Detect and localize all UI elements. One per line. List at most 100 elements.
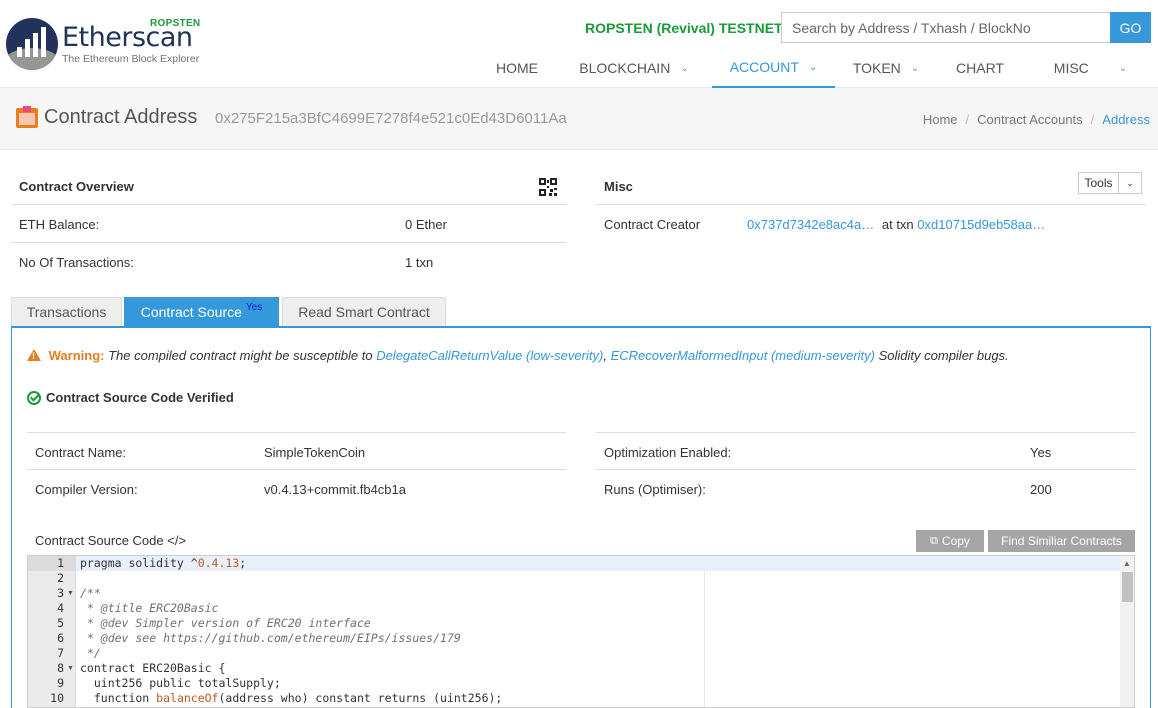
contract-name-value: SimpleTokenCoin xyxy=(264,445,366,460)
fold-arrow-icon[interactable]: ▼ xyxy=(67,586,74,601)
nav-misc[interactable]: MISC ⌄ xyxy=(1023,48,1158,88)
tab-transactions[interactable]: Transactions xyxy=(11,297,122,326)
tab-read-smart-contract[interactable]: Read Smart Contract xyxy=(282,297,446,326)
optimization-row: Optimization Enabled: Yes xyxy=(596,432,1135,470)
contract-creator-label: Contract Creator xyxy=(604,217,701,232)
nav-token[interactable]: TOKEN ⌄ xyxy=(835,48,937,88)
page-title-bar: Contract Address 0x275F215a3BfC4699E7278… xyxy=(0,88,1158,150)
search-go-button[interactable]: GO xyxy=(1110,12,1151,43)
warning-label: Warning: xyxy=(48,348,105,363)
tx-count-row: No Of Transactions: 1 txn xyxy=(11,243,566,281)
tools-dropdown-button[interactable]: Tools ⌄ xyxy=(1078,172,1142,194)
breadcrumb-address: Address xyxy=(1102,112,1150,127)
line-number: 4 xyxy=(57,601,64,615)
overview-title: Contract Overview xyxy=(19,179,134,194)
creator-address-link[interactable]: 0x737d7342e8ac4a… xyxy=(747,217,874,232)
breadcrumb: Home / Contract Accounts / Address xyxy=(922,112,1150,127)
optimization-value: Yes xyxy=(1030,445,1052,460)
tab-contract-source[interactable]: Contract Source Yes xyxy=(124,297,279,326)
scroll-thumb[interactable] xyxy=(1122,572,1133,602)
code-line: * @dev see https://github.com/ethereum/E… xyxy=(80,631,461,645)
runs-row: Runs (Optimiser): 200 xyxy=(596,470,1135,508)
copy-button[interactable]: ⧉ Copy xyxy=(916,530,984,552)
compiler-warning: ! Warning: The compiled contract might b… xyxy=(27,348,1009,363)
tab-read-contract-label: Read Smart Contract xyxy=(298,304,430,320)
compiler-version-row: Compiler Version: v0.4.13+commit.fb4cb1a xyxy=(27,470,566,508)
breadcrumb-home[interactable]: Home xyxy=(923,112,958,127)
nav-chart[interactable]: CHART xyxy=(937,48,1023,88)
line-number-gutter: 1 2 3 ▼ 4 5 6 7 8 ▼ 9 10 xyxy=(28,556,76,707)
compiler-version-value: v0.4.13+commit.fb4cb1a xyxy=(264,482,406,497)
runs-value: 200 xyxy=(1030,482,1052,497)
nav-account[interactable]: ACCOUNT ⌄ xyxy=(712,48,835,88)
find-similar-contracts-button[interactable]: Find Similiar Contracts xyxy=(988,530,1135,552)
copy-icon: ⧉ xyxy=(930,534,938,547)
optimization-label: Optimization Enabled: xyxy=(604,445,732,460)
code-line: /** xyxy=(80,586,101,600)
chevron-down-icon: ⌄ xyxy=(910,62,920,74)
nav-blockchain[interactable]: BLOCKCHAIN ⌄ xyxy=(556,48,712,88)
tab-contract-source-label: Contract Source xyxy=(140,304,242,320)
bug-link-delegatecall[interactable]: DelegateCallReturnValue (low-severity) xyxy=(376,348,603,363)
warning-text-end: Solidity compiler bugs. xyxy=(878,348,1009,363)
contract-address: 0x275F215a3BfC4699E7278f4e521c0Ed43D6011… xyxy=(215,110,567,127)
logo-name: Etherscan xyxy=(62,22,193,53)
tools-label: Tools xyxy=(1079,173,1119,193)
contract-creator-row: Contract Creator 0x737d7342e8ac4a… at tx… xyxy=(596,205,1146,243)
etherscan-logo[interactable]: ROPSTEN Etherscan The Ethereum Block Exp… xyxy=(6,16,216,76)
logo-mark-icon xyxy=(6,18,58,70)
find-similar-label: Find Similiar Contracts xyxy=(1001,534,1122,548)
line-number: 6 xyxy=(57,631,64,645)
bug-link-ecrecover[interactable]: ECRecoverMalformedInput (medium-severity… xyxy=(611,348,875,363)
code-line: * @title ERC20Basic xyxy=(80,601,219,615)
nav-home[interactable]: HOME xyxy=(478,48,556,88)
compiler-version-label: Compiler Version: xyxy=(35,482,138,497)
contract-creator-value: 0x737d7342e8ac4a… at txn 0xd10715d9eb58a… xyxy=(747,217,1045,232)
code-line: uint256 public totalSupply; xyxy=(80,676,281,690)
logo-tagline: The Ethereum Block Explorer xyxy=(62,53,200,65)
fold-arrow-icon[interactable]: ▼ xyxy=(67,661,74,676)
nav-misc-label: MISC xyxy=(1053,60,1089,76)
editor-scrollbar[interactable]: ▲ xyxy=(1120,556,1134,707)
site-header: ROPSTEN Etherscan The Ethereum Block Exp… xyxy=(0,0,1158,88)
code-line: * @dev Simpler version of ERC20 interfac… xyxy=(80,616,371,630)
chevron-down-icon: ⌄ xyxy=(1126,177,1134,188)
line-number: 10 xyxy=(50,691,64,705)
eth-balance-row: ETH Balance: 0 Ether xyxy=(11,205,566,243)
creator-txn-link[interactable]: 0xd10715d9eb58aa… xyxy=(917,217,1045,232)
runs-label: Runs (Optimiser): xyxy=(604,482,706,497)
warning-icon: ! xyxy=(27,349,41,361)
contract-tabs: Transactions Contract Source Yes Read Sm… xyxy=(11,297,1151,328)
contract-name-row: Contract Name: SimpleTokenCoin xyxy=(27,432,566,470)
nav-chart-label: CHART xyxy=(956,60,1004,76)
chevron-down-icon: ⌄ xyxy=(1118,62,1128,74)
chevron-down-icon: ⌄ xyxy=(808,61,818,73)
nav-token-label: TOKEN xyxy=(852,60,901,76)
line-number: 1 xyxy=(28,556,76,571)
source-verified: Contract Source Code Verified xyxy=(27,390,234,405)
code-area[interactable]: pragma solidity ^0.4.13; /** * @title ER… xyxy=(76,556,1120,707)
search-input[interactable] xyxy=(781,12,1111,43)
line-number: 8 xyxy=(57,661,64,675)
tx-count-value: 1 txn xyxy=(405,255,434,270)
contract-name-label: Contract Name: xyxy=(35,445,127,460)
code-line: pragma solidity ^0.4.13; xyxy=(76,556,1120,571)
source-code-editor[interactable]: 1 2 3 ▼ 4 5 6 7 8 ▼ 9 10 pragma solidity ^0.4.13; /… xyxy=(27,555,1135,708)
line-number: 2 xyxy=(57,571,64,585)
code-line: contract ERC20Basic { xyxy=(80,661,226,675)
overview-panel-header: Contract Overview xyxy=(11,170,566,205)
tab-transactions-label: Transactions xyxy=(26,304,107,320)
verified-badge: Yes xyxy=(245,301,263,313)
chevron-down-icon: ⌄ xyxy=(680,62,689,74)
nav-blockchain-label: BLOCKCHAIN xyxy=(579,60,671,76)
network-label: ROPSTEN (Revival) TESTNET xyxy=(585,20,783,36)
breadcrumb-contract-accounts[interactable]: Contract Accounts xyxy=(977,112,1083,127)
main-nav: HOME BLOCKCHAIN ⌄ ACCOUNT ⌄ TOKEN ⌄ CHAR… xyxy=(478,48,1158,88)
tx-count-label: No Of Transactions: xyxy=(19,255,134,270)
qr-code-icon[interactable] xyxy=(539,178,557,196)
at-txn-label: at txn xyxy=(881,217,914,232)
warning-separator: , xyxy=(603,348,607,363)
scroll-up-arrow-icon[interactable]: ▲ xyxy=(1123,559,1131,568)
eth-balance-value: 0 Ether xyxy=(405,217,447,232)
